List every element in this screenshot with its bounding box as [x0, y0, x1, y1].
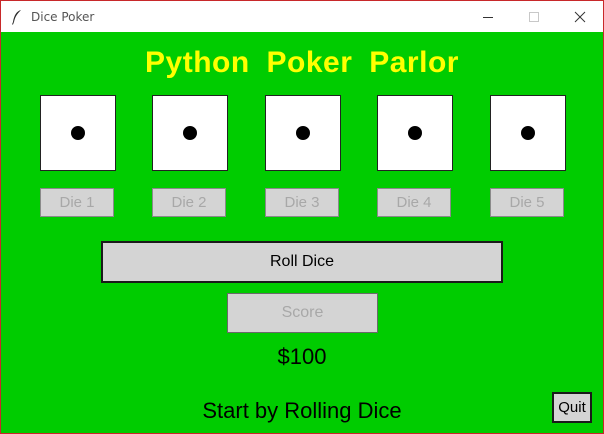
die-1-button[interactable]: Die 1: [40, 188, 114, 217]
die-2-button[interactable]: Die 2: [152, 188, 226, 217]
die-4-button[interactable]: Die 4: [377, 188, 451, 217]
pip: [521, 126, 535, 140]
pip: [71, 126, 85, 140]
money-display: $100: [277, 344, 327, 369]
score-button[interactable]: Score: [227, 293, 378, 333]
die-face-1: [40, 95, 116, 171]
close-button[interactable]: [557, 1, 603, 32]
game-area: Python Poker Parlor Die 1 Die 2 Die 3 Di…: [1, 32, 603, 433]
maximize-icon: [529, 11, 539, 22]
minimize-icon: [483, 16, 493, 18]
title-bar[interactable]: Dice Poker: [1, 1, 603, 32]
die-face-4: [377, 95, 453, 171]
window-title: Dice Poker: [31, 9, 95, 24]
feather-icon: [11, 9, 25, 25]
roll-dice-button[interactable]: Roll Dice: [101, 241, 503, 283]
maximize-button[interactable]: [511, 1, 557, 32]
pip: [408, 126, 422, 140]
die-5-button[interactable]: Die 5: [490, 188, 564, 217]
page-title: Python Poker Parlor: [145, 46, 459, 79]
die-3-button[interactable]: Die 3: [265, 188, 339, 217]
pip: [183, 126, 197, 140]
die-face-3: [265, 95, 341, 171]
pip: [296, 126, 310, 140]
minimize-button[interactable]: [465, 1, 511, 32]
close-icon: [574, 11, 586, 22]
die-face-2: [152, 95, 228, 171]
app-window: Dice Poker Python Poker Parlor Die 1 Die…: [0, 0, 604, 434]
die-face-5: [490, 95, 566, 171]
status-message: Start by Rolling Dice: [202, 398, 402, 423]
quit-button[interactable]: Quit: [552, 392, 592, 423]
